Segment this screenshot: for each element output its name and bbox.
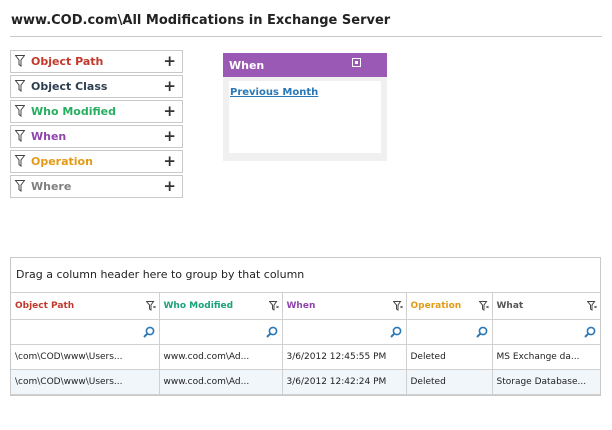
group-by-bar[interactable]: Drag a column header here to group by th… xyxy=(11,258,600,293)
filter-operation[interactable]: Operation + xyxy=(10,150,183,173)
search-icon[interactable] xyxy=(265,326,278,338)
search-icon[interactable] xyxy=(475,326,488,338)
plus-icon[interactable]: + xyxy=(163,152,176,170)
column-header-when[interactable]: When xyxy=(282,293,407,320)
funnel-icon xyxy=(15,180,25,192)
column-search-cell[interactable] xyxy=(492,319,600,345)
page-title: www.COD.com\All Modifications in Exchang… xyxy=(11,13,391,28)
filter-label: Where xyxy=(31,180,72,193)
when-panel: When Previous Month xyxy=(223,53,387,161)
filter-list: Object Path + Object Class + Who Modifie… xyxy=(10,50,183,200)
filter-label: When xyxy=(31,130,67,143)
filter-where[interactable]: Where + xyxy=(10,175,183,198)
column-header-object-path[interactable]: Object Path xyxy=(11,293,160,320)
plus-icon[interactable]: + xyxy=(163,52,176,70)
cell-operation: Deleted xyxy=(406,369,493,395)
filter-who-modified[interactable]: Who Modified + xyxy=(10,100,183,123)
column-filter-icon[interactable] xyxy=(268,301,279,311)
column-search-cell[interactable] xyxy=(11,319,160,345)
column-search-cell[interactable] xyxy=(282,319,407,345)
cell-operation: Deleted xyxy=(406,344,493,370)
filter-label: Object Path xyxy=(31,55,104,68)
column-filter-icon[interactable] xyxy=(392,301,403,311)
plus-icon[interactable]: + xyxy=(163,102,176,120)
title-divider xyxy=(10,36,602,37)
column-filter-icon[interactable] xyxy=(587,301,597,311)
filter-object-class[interactable]: Object Class + xyxy=(10,75,183,98)
table-row[interactable]: \com\COD\www\Users... www.cod.com\Ad... … xyxy=(11,344,600,370)
cell-when: 3/6/2012 12:45:55 PM xyxy=(282,344,407,370)
cell-what: Storage Database... xyxy=(492,369,600,395)
funnel-icon xyxy=(15,155,25,167)
column-header-what[interactable]: What xyxy=(492,293,600,320)
column-search-cell[interactable] xyxy=(159,319,283,345)
cell-when: 3/6/2012 12:42:24 PM xyxy=(282,369,407,395)
collapse-icon[interactable] xyxy=(352,58,361,67)
search-icon[interactable] xyxy=(389,326,402,338)
when-panel-title: When xyxy=(229,59,265,72)
column-label: Who Modified xyxy=(163,300,234,311)
cell-object-path: \com\COD\www\Users... xyxy=(11,344,160,370)
search-row xyxy=(11,319,600,345)
filter-label: Operation xyxy=(31,155,93,168)
previous-month-link[interactable]: Previous Month xyxy=(230,87,318,98)
filter-object-path[interactable]: Object Path + xyxy=(10,50,183,73)
column-label: Operation xyxy=(410,300,462,311)
table-row[interactable]: \com\COD\www\Users... www.cod.com\Ad... … xyxy=(11,369,600,395)
search-icon[interactable] xyxy=(584,326,596,338)
results-grid: Drag a column header here to group by th… xyxy=(10,257,601,396)
plus-icon[interactable]: + xyxy=(163,77,176,95)
filter-label: Who Modified xyxy=(31,105,116,118)
results-table: Object Path Who Modified When Operation … xyxy=(11,293,600,395)
column-search-cell[interactable] xyxy=(406,319,493,345)
funnel-icon xyxy=(15,80,25,92)
filter-when[interactable]: When + xyxy=(10,125,183,148)
column-filter-icon[interactable] xyxy=(478,301,489,311)
header-row: Object Path Who Modified When Operation … xyxy=(11,293,600,320)
funnel-icon xyxy=(15,105,25,117)
cell-what: MS Exchange da... xyxy=(492,344,600,370)
column-label: When xyxy=(286,300,316,311)
filter-label: Object Class xyxy=(31,80,108,93)
column-header-operation[interactable]: Operation xyxy=(406,293,493,320)
when-panel-header: When xyxy=(223,53,387,77)
funnel-icon xyxy=(15,55,25,67)
plus-icon[interactable]: + xyxy=(163,177,176,195)
column-label: What xyxy=(496,300,524,311)
column-header-who-modified[interactable]: Who Modified xyxy=(159,293,283,320)
plus-icon[interactable]: + xyxy=(163,127,176,145)
when-panel-body: Previous Month xyxy=(229,81,381,153)
cell-who-modified: www.cod.com\Ad... xyxy=(159,344,283,370)
funnel-icon xyxy=(15,130,25,142)
cell-object-path: \com\COD\www\Users... xyxy=(11,369,160,395)
cell-who-modified: www.cod.com\Ad... xyxy=(159,369,283,395)
column-label: Object Path xyxy=(15,300,75,311)
column-filter-icon[interactable] xyxy=(145,301,156,311)
search-icon[interactable] xyxy=(142,326,155,338)
